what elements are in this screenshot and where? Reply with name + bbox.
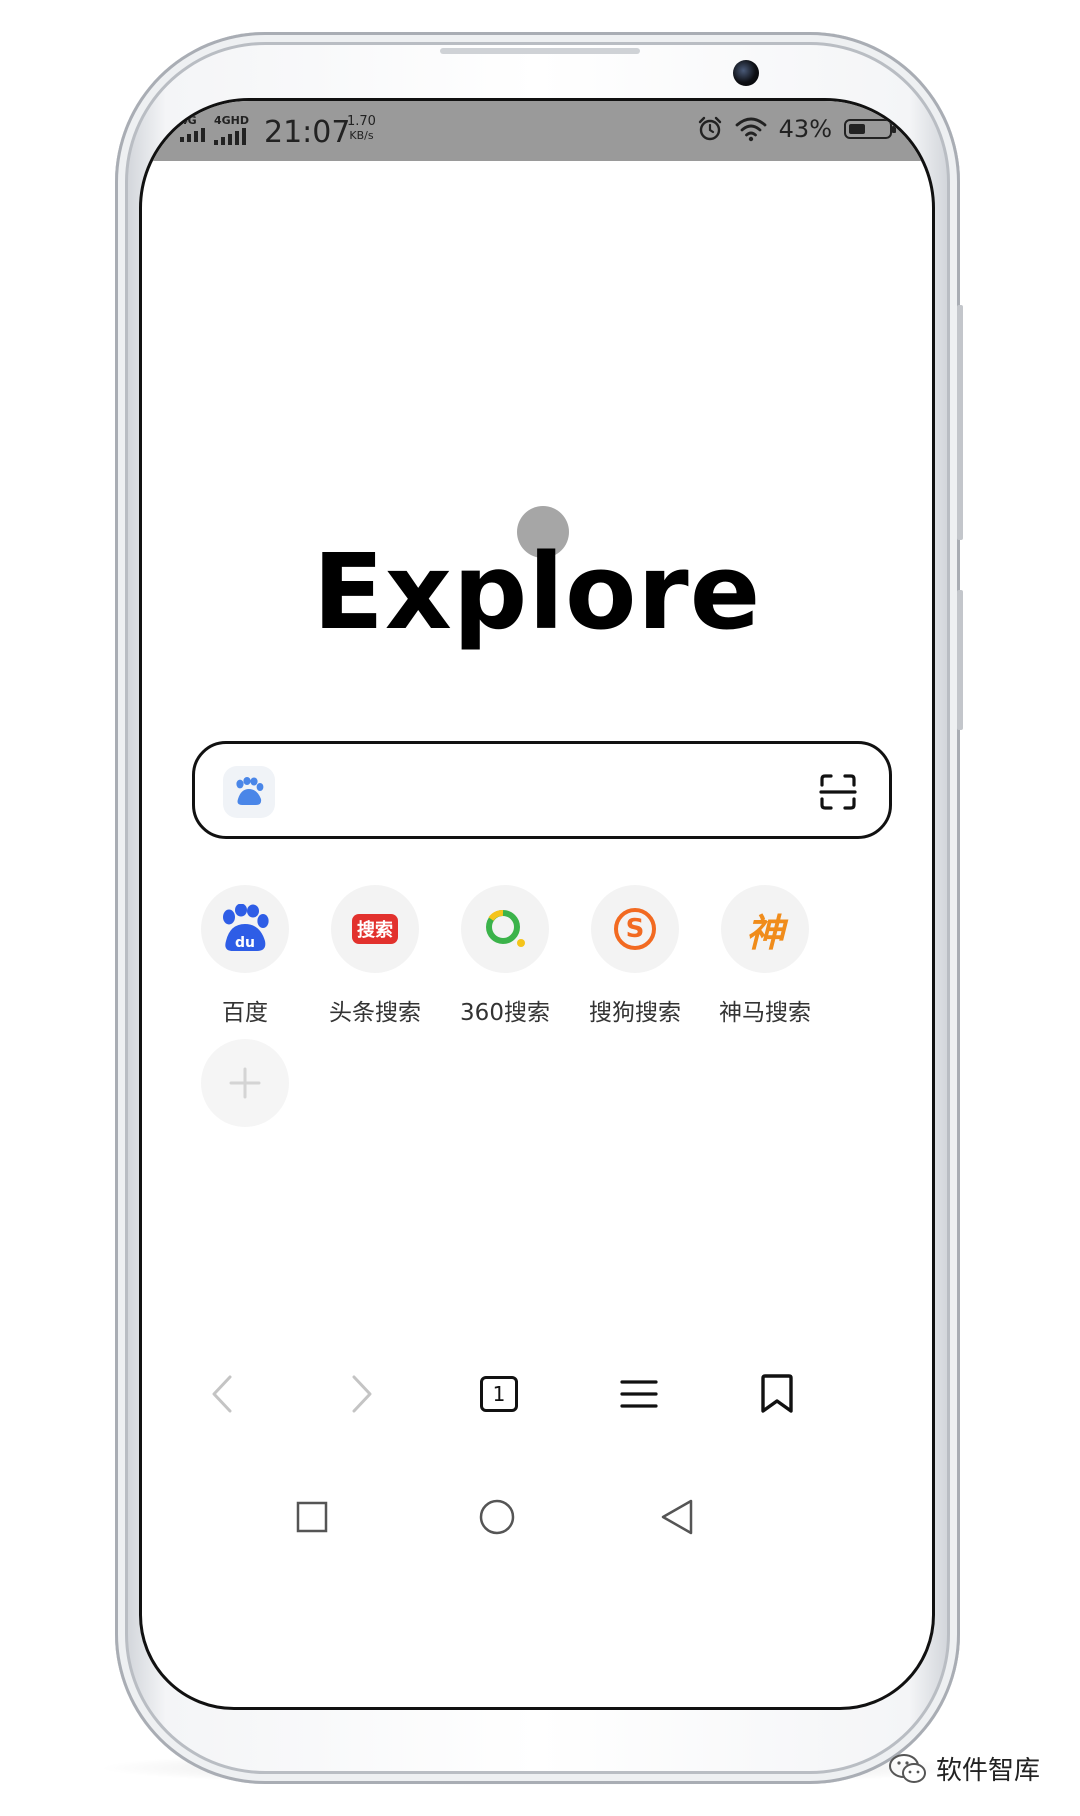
back-button[interactable] (187, 1359, 257, 1429)
shortcut-icon-bg (201, 1039, 289, 1127)
svg-text:du: du (235, 935, 255, 951)
browser-toolbar: 1 (142, 1359, 932, 1439)
battery-percent: 43% (778, 115, 832, 143)
search-bar[interactable] (192, 741, 892, 839)
tabs-button[interactable]: 1 (464, 1359, 534, 1429)
shenma-icon: 神 (745, 910, 784, 955)
power-button (957, 590, 963, 730)
status-right: 43% (697, 115, 896, 143)
phone-screen: 4G 4GHD 21:07 1.70 KB/s 43% Explore du 百… (139, 98, 935, 1710)
shortcut-icon-bg: du (201, 885, 289, 973)
recents-icon (296, 1501, 328, 1533)
back-icon (212, 1375, 232, 1413)
shortcut-label: 百度 (222, 1000, 268, 1026)
shortcut-label: 360搜索 (460, 1000, 550, 1026)
volume-button (957, 305, 963, 540)
shortcut-shenma[interactable]: 神 神马搜索 (700, 885, 830, 1027)
network-speed: 1.70 KB/s (347, 115, 376, 143)
wifi-icon (735, 117, 767, 142)
logo-accent-dot (517, 506, 569, 558)
tab-count: 1 (492, 1382, 506, 1406)
360-search-icon (486, 910, 525, 947)
menu-button[interactable] (604, 1359, 674, 1429)
status-bar: 4G 4GHD 21:07 1.70 KB/s 43% (142, 101, 932, 161)
shortcut-icon-bg (461, 885, 549, 973)
shortcut-sogou[interactable]: S 搜狗搜索 (570, 885, 700, 1027)
shortcut-360[interactable]: 360搜索 (440, 885, 570, 1027)
signal-indicator-2: 4GHD (214, 115, 249, 145)
wechat-icon (889, 1753, 926, 1783)
search-input[interactable] (295, 764, 799, 818)
system-back-button[interactable] (642, 1482, 712, 1552)
home-button[interactable] (462, 1482, 532, 1552)
scan-icon[interactable] (819, 773, 857, 811)
baidu-paw-icon: du (223, 904, 269, 951)
recents-button[interactable] (277, 1482, 347, 1552)
battery-icon (844, 119, 896, 139)
bookmark-button[interactable] (742, 1359, 812, 1429)
forward-icon (352, 1375, 372, 1413)
watermark: 软件智库 (888, 1750, 1040, 1787)
shortcut-icon-bg: S (591, 885, 679, 973)
watermark-text: 软件智库 (936, 1756, 1041, 1786)
back-icon (661, 1499, 693, 1535)
signal-indicator-1: 4G (180, 115, 205, 142)
forward-button[interactable] (327, 1359, 397, 1429)
signal-label-2: 4GHD (214, 114, 250, 127)
add-shortcut-button[interactable] (180, 1039, 310, 1127)
speed-value: 1.70 (347, 114, 376, 129)
shortcut-label: 搜狗搜索 (589, 1000, 681, 1026)
bookmark-icon (761, 1374, 793, 1413)
search-engine-selector[interactable] (223, 766, 275, 818)
shortcut-icon-bg: 搜索 (331, 885, 419, 973)
baidu-paw-icon (236, 777, 264, 805)
speed-unit: KB/s (349, 129, 374, 142)
earpiece (440, 48, 640, 54)
sogou-icon-text: S (625, 914, 645, 944)
alarm-icon (698, 116, 721, 141)
system-nav-bar (142, 1487, 932, 1547)
plus-icon (229, 1067, 261, 1099)
shortcut-baidu[interactable]: du 百度 (180, 885, 310, 1027)
toutiao-icon-text: 搜索 (357, 920, 393, 941)
shortcut-toutiao[interactable]: 搜索 头条搜索 (310, 885, 440, 1027)
signal-label-1: 4G (180, 114, 197, 127)
home-icon (479, 1499, 515, 1535)
status-time: 21:07 (264, 115, 351, 150)
shortcut-label: 神马搜索 (719, 1000, 811, 1026)
shortcut-label: 头条搜索 (329, 1000, 421, 1026)
front-camera (733, 60, 759, 86)
shortcut-icon-bg: 神 (721, 885, 809, 973)
toutiao-search-icon: 搜索 (352, 914, 398, 944)
tabs-icon: 1 (480, 1376, 518, 1412)
sogou-icon: S (614, 908, 656, 950)
menu-icon (620, 1380, 658, 1408)
